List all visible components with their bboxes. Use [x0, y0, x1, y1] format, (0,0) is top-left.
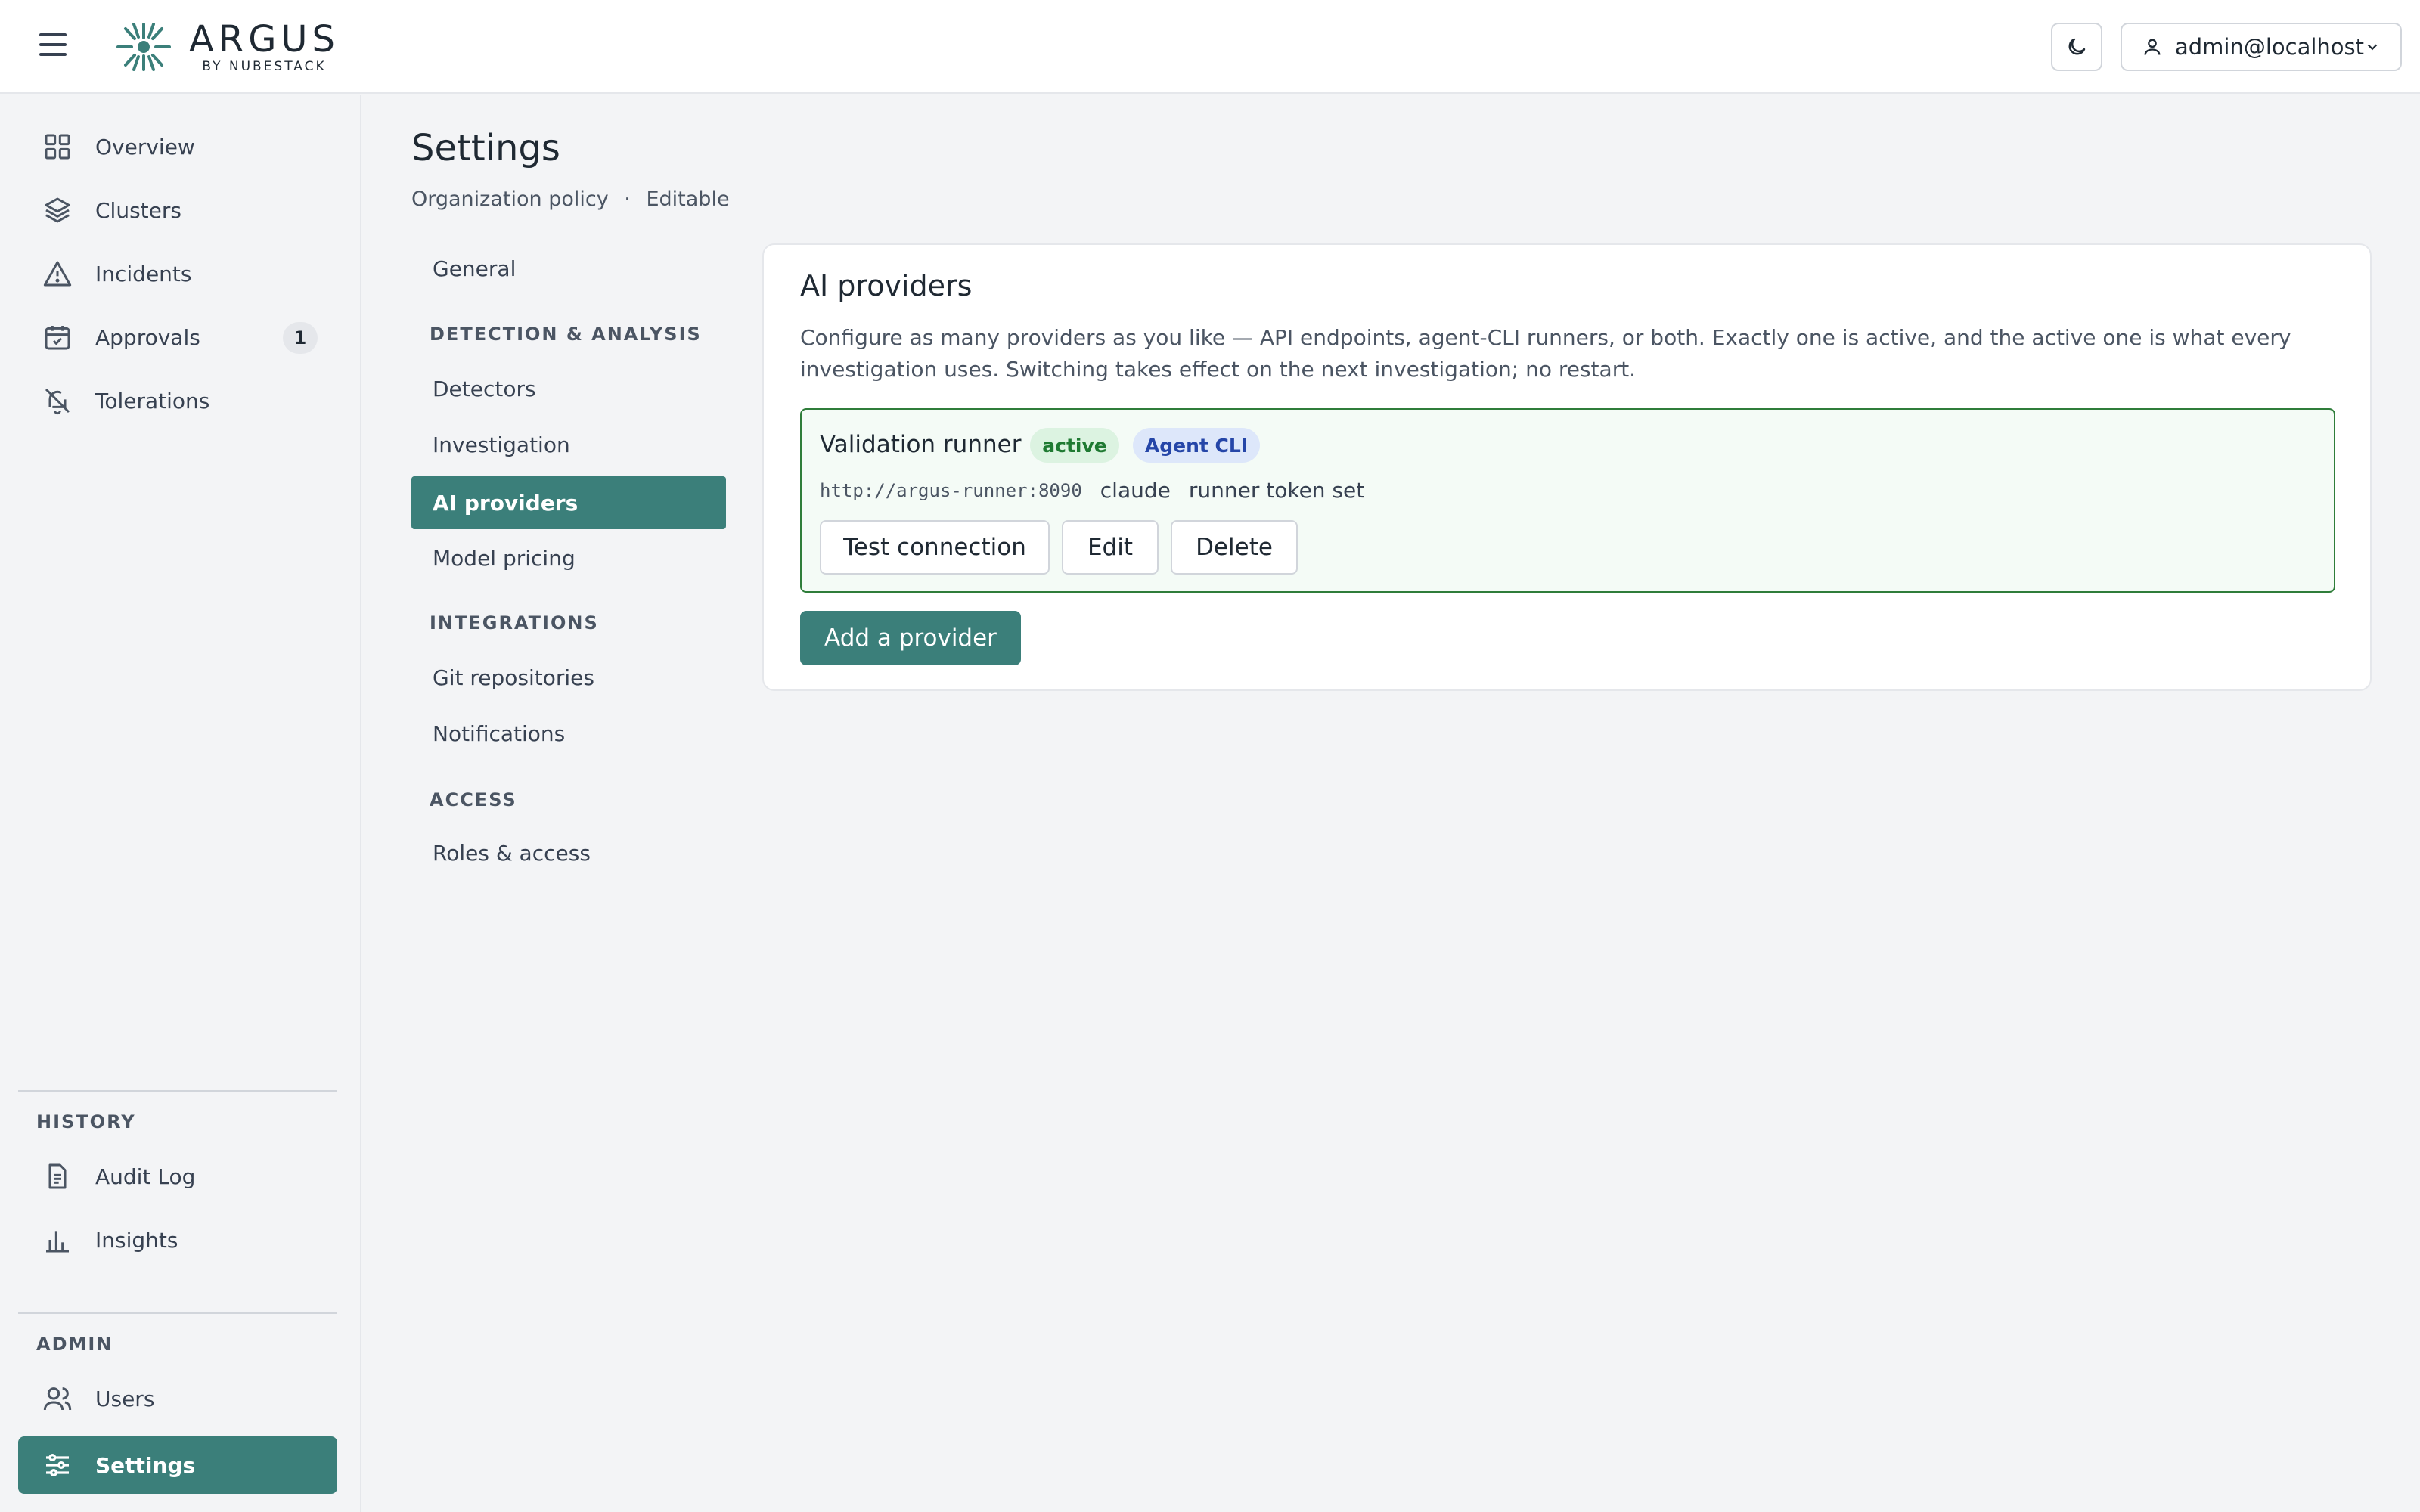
- settings-nav-notifications[interactable]: Notifications: [411, 707, 726, 760]
- sidebar-item-label: Incidents: [95, 261, 192, 287]
- provider-url: http://argus-runner:8090: [820, 479, 1082, 501]
- sidebar-item-insights[interactable]: Insights: [18, 1211, 337, 1269]
- sidebar-divider: [18, 1090, 337, 1092]
- edit-mode: Editable: [646, 187, 730, 211]
- edit-button[interactable]: Edit: [1062, 520, 1159, 575]
- sidebar-item-label: Settings: [95, 1452, 196, 1478]
- sidebar-item-label: Approvals: [95, 324, 200, 350]
- sidebar: Overview Clusters Incidents Approvals 1: [0, 95, 361, 1512]
- sidebar-item-approvals[interactable]: Approvals 1: [18, 308, 337, 366]
- policy-scope: Organization policy: [411, 187, 609, 211]
- sidebar-item-clusters[interactable]: Clusters: [18, 181, 337, 239]
- settings-nav-investigation[interactable]: Investigation: [411, 418, 726, 471]
- app-logo[interactable]: ARGUS BY NUBESTACK: [113, 20, 340, 74]
- sliders-icon: [41, 1448, 74, 1482]
- settings-nav-general[interactable]: General: [411, 242, 726, 295]
- sidebar-item-tolerations[interactable]: Tolerations: [18, 372, 337, 429]
- sidebar-item-label: Clusters: [95, 197, 182, 223]
- users-icon: [41, 1382, 74, 1415]
- settings-heading-access: ACCESS: [430, 789, 517, 810]
- bell-off-icon: [41, 384, 74, 417]
- settings-nav-git-repositories[interactable]: Git repositories: [411, 651, 726, 704]
- warning-icon: [41, 257, 74, 290]
- moon-icon: [2068, 38, 2086, 55]
- user-menu-button[interactable]: admin@localhost: [2121, 23, 2402, 71]
- sidebar-item-label: Overview: [95, 134, 195, 160]
- provider-card: Validation runner active Agent CLI http:…: [800, 408, 2335, 593]
- sidebar-item-incidents[interactable]: Incidents: [18, 245, 337, 302]
- page-title: Settings: [411, 127, 560, 169]
- sidebar-item-settings[interactable]: Settings: [18, 1436, 337, 1494]
- chevron-down-icon: [2367, 44, 2378, 51]
- ai-providers-card: AI providers Configure as many providers…: [762, 243, 2372, 691]
- bar-chart-icon: [41, 1223, 74, 1256]
- user-icon: [2144, 39, 2161, 55]
- top-bar: ARGUS BY NUBESTACK admin@localhost: [0, 0, 2420, 94]
- test-connection-button[interactable]: Test connection: [820, 520, 1050, 575]
- settings-heading-integrations: INTEGRATIONS: [430, 612, 599, 634]
- sidebar-divider: [18, 1312, 337, 1314]
- provider-name: Validation runner: [820, 431, 1022, 458]
- provider-meta: http://argus-runner:8090 claude runner t…: [820, 478, 1364, 503]
- document-icon: [41, 1160, 74, 1193]
- layers-icon: [41, 194, 74, 227]
- sidebar-item-label: Users: [95, 1386, 155, 1411]
- sidebar-item-label: Audit Log: [95, 1163, 196, 1189]
- sidebar-item-label: Insights: [95, 1227, 178, 1253]
- card-description: Configure as many providers as you like …: [800, 325, 2291, 382]
- provider-token-status: runner token set: [1188, 478, 1365, 503]
- settings-nav-roles-access[interactable]: Roles & access: [411, 826, 726, 879]
- grid-icon: [41, 130, 74, 163]
- settings-heading-detection: DETECTION & ANALYSIS: [430, 324, 702, 345]
- sidebar-item-label: Tolerations: [95, 388, 210, 414]
- theme-toggle-button[interactable]: [2051, 23, 2102, 71]
- menu-icon[interactable]: [39, 33, 73, 60]
- delete-button[interactable]: Delete: [1171, 520, 1298, 575]
- active-status-badge: active: [1030, 428, 1119, 463]
- sidebar-item-audit-log[interactable]: Audit Log: [18, 1148, 337, 1205]
- settings-nav-detectors[interactable]: Detectors: [411, 362, 726, 415]
- sidebar-item-users[interactable]: Users: [18, 1370, 337, 1427]
- app-name: ARGUS: [189, 18, 340, 60]
- approvals-count-badge: 1: [283, 322, 318, 354]
- calendar-check-icon: [41, 321, 74, 354]
- provider-agent: claude: [1100, 478, 1171, 503]
- add-provider-button[interactable]: Add a provider: [800, 611, 1021, 665]
- settings-nav-ai-providers[interactable]: AI providers: [411, 476, 726, 529]
- user-label: admin@localhost: [2174, 34, 2365, 60]
- sunburst-icon: [116, 23, 171, 71]
- subtitle-separator: ·: [624, 187, 631, 211]
- sidebar-heading-admin: ADMIN: [36, 1334, 113, 1355]
- app-byline: BY NUBESTACK: [202, 59, 327, 74]
- card-title: AI providers: [800, 269, 973, 302]
- provider-type-badge: Agent CLI: [1133, 428, 1260, 463]
- page-subtitle: Organization policy · Editable: [411, 187, 730, 211]
- settings-nav-model-pricing[interactable]: Model pricing: [411, 531, 726, 584]
- sidebar-item-overview[interactable]: Overview: [18, 118, 337, 175]
- sidebar-heading-history: HISTORY: [36, 1111, 136, 1132]
